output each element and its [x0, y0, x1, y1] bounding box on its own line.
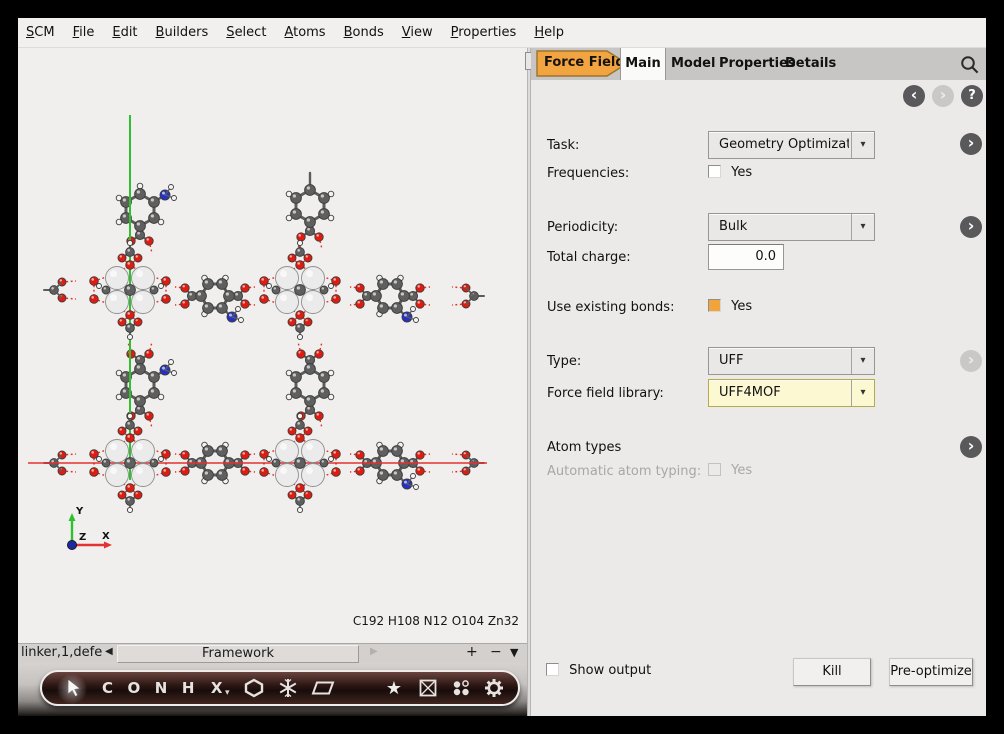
- use-existing-bonds-checkbox[interactable]: [708, 299, 721, 312]
- menubar: SCM File Edit Builders Select Atoms Bond…: [18, 18, 986, 48]
- tab-main[interactable]: Main: [620, 48, 666, 80]
- task-label: Task:: [547, 138, 579, 153]
- menu-edit[interactable]: Edit: [112, 25, 137, 40]
- type-value: UFF: [719, 348, 849, 374]
- freeze-tool-icon[interactable]: [278, 678, 298, 698]
- element-dropdown-icon[interactable]: ▾: [225, 688, 230, 698]
- svg-text:X: X: [102, 531, 110, 542]
- menu-scm[interactable]: SCM: [26, 25, 55, 40]
- automatic-atom-typing-label: Automatic atom typing:: [547, 464, 701, 479]
- add-molecule-button[interactable]: +: [466, 644, 478, 660]
- atom-types-details-button[interactable]: ›: [960, 436, 982, 458]
- settings-gear-icon[interactable]: [484, 678, 504, 698]
- type-label: Type:: [547, 354, 581, 369]
- edit-toolbar: C O N H X ▾ ★: [40, 670, 520, 706]
- type-details-button: ›: [960, 350, 982, 372]
- menu-builders[interactable]: Builders: [156, 25, 209, 40]
- app-window: SCM File Edit Builders Select Atoms Bond…: [0, 0, 1004, 734]
- force-field-library-dropdown[interactable]: UFF4MOF ▾: [708, 379, 875, 407]
- kill-button[interactable]: Kill: [793, 658, 871, 686]
- frequencies-label: Frequencies:: [547, 166, 629, 181]
- periodicity-label: Periodicity:: [547, 220, 618, 235]
- window-content: SCM File Edit Builders Select Atoms Bond…: [18, 18, 986, 716]
- task-dropdown-arrow-icon[interactable]: ▾: [851, 132, 874, 158]
- tab-model[interactable]: Model: [671, 48, 715, 80]
- menu-select[interactable]: Select: [226, 25, 266, 40]
- menu-atoms[interactable]: Atoms: [284, 25, 325, 40]
- workflow-tab-force-field[interactable]: Force Field: [536, 50, 628, 77]
- pointer-glow: [56, 673, 88, 705]
- type-dropdown[interactable]: UFF ▾: [708, 347, 875, 375]
- show-output-checkbox[interactable]: [546, 663, 559, 676]
- nav-forward-button[interactable]: ›: [932, 85, 954, 107]
- total-charge-label: Total charge:: [547, 250, 631, 265]
- unit-cell-icon[interactable]: [418, 678, 438, 698]
- pointer-tool-button[interactable]: [58, 673, 88, 703]
- search-icon[interactable]: [959, 54, 981, 76]
- total-charge-input[interactable]: 0.0: [708, 244, 784, 270]
- frequencies-checkbox[interactable]: [708, 165, 721, 178]
- menu-help[interactable]: Help: [534, 25, 564, 40]
- element-carbon-button[interactable]: C: [102, 679, 114, 697]
- task-dropdown[interactable]: Geometry Optimizatio ▾: [708, 131, 875, 159]
- task-details-button[interactable]: ›: [960, 133, 982, 155]
- prev-molecule-icon[interactable]: ◀: [105, 646, 113, 657]
- toolbar-zone: C O N H X ▾ ★: [18, 663, 527, 716]
- periodicity-dropdown[interactable]: Bulk ▾: [708, 213, 875, 241]
- periodicity-details-button[interactable]: ›: [960, 216, 982, 238]
- workflow-tab-label: Force Field: [544, 55, 625, 70]
- menu-bonds[interactable]: Bonds: [344, 25, 384, 40]
- periodicity-dropdown-arrow-icon[interactable]: ▾: [851, 214, 874, 240]
- menu-properties[interactable]: Properties: [451, 25, 517, 40]
- molecule-selector-bar: linker,1,defect ◀ Framework ▶ + − ▼: [18, 643, 527, 663]
- element-oxygen-button[interactable]: O: [128, 679, 141, 697]
- use-existing-bonds-label: Use existing bonds:: [547, 300, 674, 315]
- svg-text:Y: Y: [75, 506, 84, 517]
- selector-left-label: linker,1,defect: [21, 645, 103, 660]
- show-output-label: Show output: [569, 663, 651, 678]
- molecule-structure: Y Z X: [18, 48, 527, 643]
- task-value: Geometry Optimizatio: [719, 132, 849, 158]
- menu-file[interactable]: File: [73, 25, 95, 40]
- input-panel: Force Field Main Model Properties Detail…: [531, 48, 986, 716]
- atom-display-icon[interactable]: [451, 678, 471, 698]
- framework-selector-button[interactable]: Framework: [117, 645, 359, 663]
- use-existing-bonds-option-label: Yes: [731, 299, 752, 314]
- molecule-menu-icon[interactable]: ▼: [510, 646, 518, 659]
- force-field-library-value: UFF4MOF: [719, 380, 849, 406]
- molecule-viewport[interactable]: Y Z X C192 H108 N12 O104 Zn32: [18, 48, 527, 643]
- frequencies-option-label: Yes: [731, 165, 752, 180]
- chemical-formula: C192 H108 N12 O104 Zn32: [353, 614, 519, 628]
- element-nitrogen-button[interactable]: N: [155, 679, 168, 697]
- svg-text:Z: Z: [79, 532, 86, 543]
- element-x-button[interactable]: X: [211, 679, 223, 697]
- help-button[interactable]: ?: [961, 85, 983, 107]
- plane-tool-icon[interactable]: [311, 680, 335, 696]
- automatic-atom-typing-option-label: Yes: [731, 463, 752, 478]
- atom-types-label: Atom types: [547, 440, 621, 455]
- nav-back-button[interactable]: ‹: [903, 85, 925, 107]
- favorites-icon[interactable]: ★: [386, 678, 402, 699]
- element-hydrogen-button[interactable]: H: [182, 679, 195, 697]
- tab-bar: Force Field Main Model Properties Detail…: [531, 48, 986, 80]
- periodicity-value: Bulk: [719, 214, 849, 240]
- force-field-library-label: Force field library:: [547, 386, 664, 401]
- remove-molecule-button[interactable]: −: [490, 644, 502, 660]
- next-molecule-icon[interactable]: ▶: [370, 646, 378, 657]
- automatic-atom-typing-checkbox: [708, 463, 721, 476]
- force-field-library-dropdown-arrow-icon[interactable]: ▾: [851, 380, 874, 406]
- ring-tool-icon[interactable]: [243, 678, 265, 698]
- menu-view[interactable]: View: [402, 25, 433, 40]
- type-dropdown-arrow-icon[interactable]: ▾: [851, 348, 874, 374]
- preoptimize-button[interactable]: Pre-optimize: [889, 658, 973, 686]
- tab-details[interactable]: Details: [785, 48, 836, 80]
